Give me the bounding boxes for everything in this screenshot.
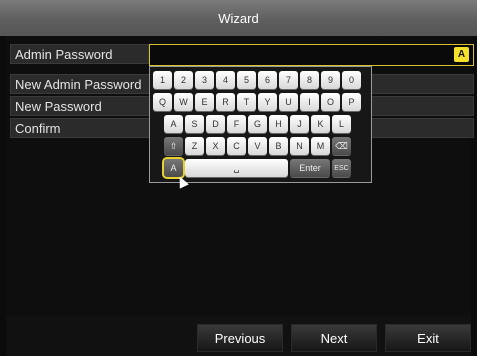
space-icon: ␣ [233,162,240,173]
key-u[interactable]: U [279,93,298,111]
key-2[interactable]: 2 [174,71,193,89]
admin-password-row: Admin Password [10,44,149,64]
key-l[interactable]: L [332,115,351,133]
key-q[interactable]: Q [153,93,172,111]
key-3[interactable]: 3 [195,71,214,89]
key-c[interactable]: C [227,137,246,155]
shift-key[interactable]: ⇧ [164,137,183,155]
esc-key[interactable]: ESC [332,159,351,177]
input-mode-key[interactable]: A [162,157,185,179]
exit-button[interactable]: Exit [385,324,471,352]
space-key[interactable]: ␣ [185,159,288,177]
key-b[interactable]: B [269,137,288,155]
key-r[interactable]: R [216,93,235,111]
key-w[interactable]: W [174,93,193,111]
key-7[interactable]: 7 [279,71,298,89]
key-a[interactable]: A [164,115,183,133]
key-o[interactable]: O [321,93,340,111]
key-d[interactable]: D [206,115,225,133]
on-screen-keyboard: 1 2 3 4 5 6 7 8 9 0 Q W E R T Y U I O P … [149,66,372,183]
admin-password-input[interactable]: A [149,44,474,66]
key-v[interactable]: V [248,137,267,155]
key-t[interactable]: T [237,93,256,111]
confirm-label: Confirm [15,121,61,136]
backspace-icon: ⌫ [335,140,348,151]
next-button[interactable]: Next [291,324,377,352]
key-e[interactable]: E [195,93,214,111]
key-k[interactable]: K [311,115,330,133]
enter-key[interactable]: Enter [290,159,330,177]
backspace-key[interactable]: ⌫ [332,137,351,155]
key-j[interactable]: J [290,115,309,133]
admin-password-label: Admin Password [15,47,113,62]
shift-icon: ⇧ [169,140,178,151]
key-n[interactable]: N [290,137,309,155]
key-s[interactable]: S [185,115,204,133]
key-1[interactable]: 1 [153,71,172,89]
key-5[interactable]: 5 [237,71,256,89]
key-m[interactable]: M [311,137,330,155]
title-bar: Wizard [0,0,477,36]
new-admin-password-label: New Admin Password [15,77,142,92]
key-g[interactable]: G [248,115,267,133]
key-0[interactable]: 0 [342,71,361,89]
key-4[interactable]: 4 [216,71,235,89]
key-p[interactable]: P [342,93,361,111]
letter-mode-icon: A [170,163,177,173]
key-i[interactable]: I [300,93,319,111]
key-x[interactable]: X [206,137,225,155]
new-password-label: New Password [15,99,102,114]
key-z[interactable]: Z [185,137,204,155]
key-8[interactable]: 8 [300,71,319,89]
key-y[interactable]: Y [258,93,277,111]
window-title: Wizard [218,10,259,26]
key-9[interactable]: 9 [321,71,340,89]
key-h[interactable]: H [269,115,288,133]
input-mode-badge[interactable]: A [454,47,469,62]
key-f[interactable]: F [227,115,246,133]
key-6[interactable]: 6 [258,71,277,89]
previous-button[interactable]: Previous [197,324,283,352]
